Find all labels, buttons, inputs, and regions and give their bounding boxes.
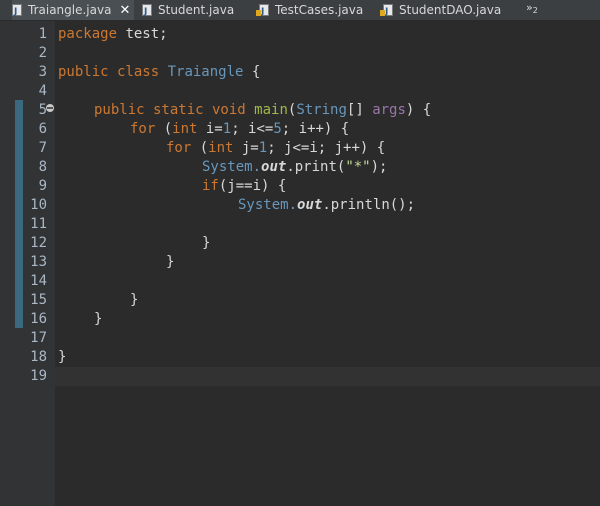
line-number: 3: [38, 64, 47, 80]
line-number: 1: [38, 26, 47, 42]
editor-tab-bar: J Traiangle.java ✕ J Student.java J Test…: [0, 0, 600, 21]
line-number: 14: [30, 273, 47, 289]
line-number: 4: [38, 83, 47, 99]
tab-label: TestCases.java: [275, 3, 364, 17]
tab-overflow-button[interactable]: »2: [526, 1, 538, 15]
tab-label: Traiangle.java: [28, 3, 112, 17]
java-file-icon: J: [142, 4, 152, 16]
tab-student-java[interactable]: J Student.java: [142, 0, 234, 20]
code-line: }: [166, 254, 175, 270]
code-line: }: [58, 349, 67, 365]
line-number: 17: [30, 330, 47, 346]
code-line: public static void main(String[] args) {: [94, 102, 432, 118]
code-line: System.out.println();: [238, 197, 416, 213]
tab-traiangle-java[interactable]: J Traiangle.java ✕: [12, 0, 134, 20]
line-number: 9: [38, 178, 47, 194]
code-line: public class Traiangle {: [58, 64, 261, 80]
java-test-file-icon: J: [380, 4, 393, 16]
code-line: }: [94, 311, 103, 327]
java-file-icon: J: [12, 4, 22, 16]
close-icon[interactable]: ✕: [119, 3, 130, 18]
code-line: for (int i=1; i<=5; i++) {: [130, 121, 350, 137]
tab-testcases-java[interactable]: J TestCases.java: [256, 0, 363, 20]
tab-studentdao-java[interactable]: J StudentDAO.java: [380, 0, 501, 20]
tab-label: StudentDAO.java: [399, 3, 502, 17]
fold-collapse-icon[interactable]: [46, 104, 54, 112]
code-line: }: [130, 292, 139, 308]
line-number: 6: [38, 121, 47, 137]
line-number: 2: [38, 45, 47, 61]
line-number: 19: [30, 368, 47, 384]
line-number: 8: [38, 159, 47, 175]
svg-text:J: J: [13, 7, 17, 16]
line-number: 11: [30, 216, 47, 232]
code-line: }: [202, 235, 211, 251]
line-number: 18: [30, 349, 47, 365]
line-number: 5: [38, 102, 47, 118]
line-number: 10: [30, 197, 47, 213]
line-number: 15: [30, 292, 47, 308]
code-editor[interactable]: [55, 21, 600, 506]
java-test-file-icon: J: [256, 4, 269, 16]
code-line: System.out.print("*");: [202, 159, 388, 175]
line-number: 7: [38, 140, 47, 156]
line-number: 16: [30, 311, 47, 327]
line-number: 13: [30, 254, 47, 270]
tab-label: Student.java: [158, 3, 235, 17]
svg-text:J: J: [143, 7, 147, 16]
code-line: package test;: [58, 26, 168, 42]
current-line-highlight: [55, 367, 600, 386]
overflow-count: 2: [532, 6, 538, 15]
code-line: for (int j=1; j<=i; j++) {: [166, 140, 386, 156]
line-number: 12: [30, 235, 47, 251]
overflow-icon: »: [526, 1, 533, 14]
code-line: if(j==i) {: [202, 178, 287, 194]
